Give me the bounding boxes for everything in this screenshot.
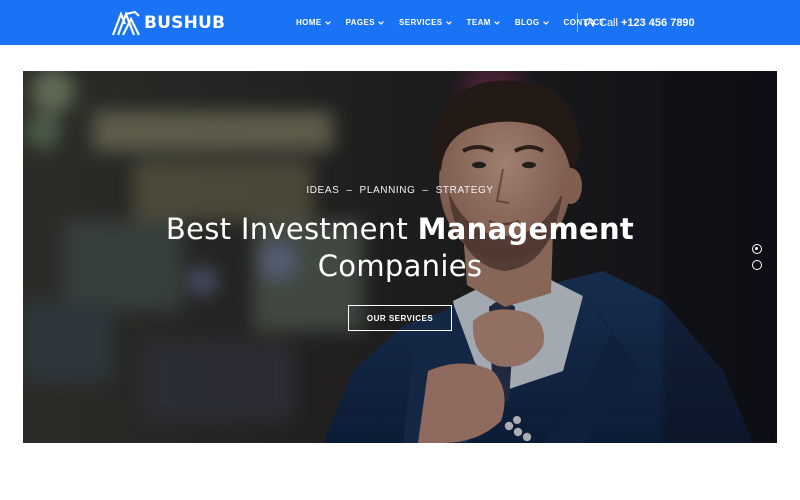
tagline-word: PLANNING [359,185,416,196]
chevron-down-icon [378,20,384,25]
logo[interactable]: BUSHUB [112,10,225,36]
headset-icon [584,18,595,27]
chevron-down-icon [445,20,452,25]
logo-text: BUSHUB [144,13,226,33]
nav-item-label: BLOG [514,18,540,27]
slider-dot-2[interactable] [752,260,762,270]
nav-item-label: HOME [296,18,322,27]
nav-item-team[interactable]: TEAM [467,18,500,27]
phone-number[interactable]: +123 456 7890 [621,17,695,29]
hero-title-line2: Companies [317,249,483,283]
chevron-down-icon [324,20,331,25]
nav-item-label: TEAM [466,18,491,27]
hero-title: Best Investment Management Companies [23,211,777,285]
tagline-separator: – [422,185,429,196]
nav-item-label: SERVICES [399,18,443,27]
nav-item-label: PAGES [345,18,376,27]
nav-item-blog[interactable]: BLOG [515,18,549,27]
main-nav: HOME PAGES SERVICES TEAM BLOG CONTACT [296,0,605,45]
hero-title-bold: Management [417,212,635,246]
chevron-down-icon [493,20,500,25]
chevron-down-icon [542,20,549,25]
hero-title-regular: Best Investment [165,212,418,246]
tagline-separator: – [346,185,353,196]
nav-divider [577,13,578,32]
nav-item-home[interactable]: HOME [296,18,331,27]
tagline-word: STRATEGY [435,185,494,196]
nav-item-pages[interactable]: PAGES [346,18,384,27]
phone-contact[interactable]: Call +123 456 7890 [584,0,695,45]
phone-label: Call [599,16,618,29]
hero-slider: IDEAS – PLANNING – STRATEGY Best Investment … [23,71,777,443]
tagline-word: IDEAS [306,185,340,196]
logo-mark-icon [112,10,140,36]
hero-tagline: IDEAS – PLANNING – STRATEGY [23,185,777,196]
slider-dot-1[interactable] [752,244,762,254]
site-header: BUSHUB HOME PAGES SERVICES TEAM BLOG CON… [0,0,800,45]
our-services-button[interactable]: OUR SERVICES [348,305,452,331]
nav-item-services[interactable]: SERVICES [399,18,452,27]
